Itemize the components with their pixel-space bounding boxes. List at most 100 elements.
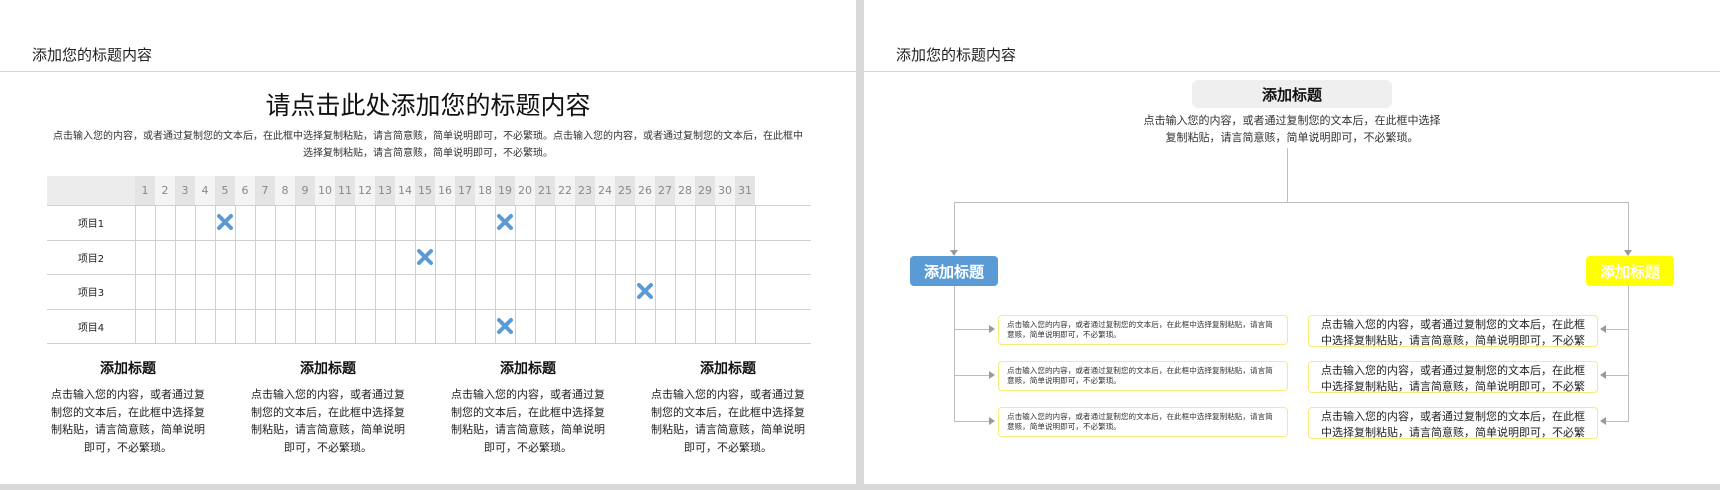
day-header: 31 [735, 176, 755, 205]
info-column-text: 点击输入您的内容，或者通过复制您的文本后，在此框中选择复制粘贴，请言简意赅，简单… [651, 388, 805, 454]
day-header: 25 [615, 176, 635, 205]
connector-line [954, 421, 990, 422]
arrow-right-icon [989, 417, 995, 425]
top-description[interactable]: 点击输入您的内容，或者通过复制您的文本后，在此框中选择复制粘贴，请言简意赅，简单… [1142, 112, 1442, 146]
grid-line [47, 205, 811, 206]
day-header: 20 [515, 176, 535, 205]
info-column-title: 添加标题 [100, 361, 156, 377]
info-column-title: 添加标题 [500, 361, 556, 377]
day-header: 16 [435, 176, 455, 205]
grid-line [47, 343, 811, 344]
grid-corner [47, 176, 135, 205]
info-column-text: 点击输入您的内容，或者通过复制您的文本后，在此框中选择复制粘贴，请言简意赅，简单… [451, 388, 605, 454]
info-column-title: 添加标题 [300, 361, 356, 377]
day-header: 24 [595, 176, 615, 205]
day-header: 7 [255, 176, 275, 205]
grid-line [47, 239, 811, 241]
right-text-box-1[interactable]: 点击输入您的内容，或者通过复制您的文本后，在此框中选择复制粘贴，请言简意赅，简单… [1308, 315, 1598, 347]
day-header: 10 [315, 176, 335, 205]
info-column-4[interactable]: 添加标题 点击输入您的内容，或者通过复制您的文本后，在此框中选择复制粘贴，请言简… [648, 358, 808, 456]
day-header: 3 [175, 176, 195, 205]
header-divider [0, 71, 856, 72]
connector-line [1628, 286, 1629, 422]
text-box-content: 点击输入您的内容，或者通过复制您的文本后，在此框中选择复制粘贴，请言简意赅，简单… [1321, 364, 1585, 393]
day-header: 21 [535, 176, 555, 205]
day-header: 26 [635, 176, 655, 205]
info-column-title: 添加标题 [700, 361, 756, 377]
x-mark-icon [635, 281, 655, 301]
right-text-box-3[interactable]: 点击输入您的内容，或者通过复制您的文本后，在此框中选择复制粘贴，请言简意赅，简单… [1308, 407, 1598, 439]
arrow-left-icon [1600, 417, 1606, 425]
connector-line [954, 329, 990, 330]
right-text-box-2[interactable]: 点击输入您的内容，或者通过复制您的文本后，在此框中选择复制粘贴，请言简意赅，简单… [1308, 361, 1598, 393]
info-column-text: 点击输入您的内容，或者通过复制您的文本后，在此框中选择复制粘贴，请言简意赅，简单… [51, 388, 205, 454]
text-box-content: 点击输入您的内容，或者通过复制您的文本后，在此框中选择复制粘贴，请言简意赅，简单… [1007, 412, 1273, 431]
connector-line [954, 202, 1628, 203]
arrow-right-icon [989, 325, 995, 333]
day-header: 4 [195, 176, 215, 205]
day-header: 11 [335, 176, 355, 205]
connector-line [954, 286, 955, 422]
grid-line [47, 274, 811, 275]
x-mark-icon [415, 247, 435, 267]
left-text-box-3[interactable]: 点击输入您的内容，或者通过复制您的文本后，在此框中选择复制粘贴，请言简意赅，简单… [998, 407, 1288, 437]
day-header: 19 [495, 176, 515, 205]
connector-line [1604, 375, 1628, 376]
info-column-2[interactable]: 添加标题 点击输入您的内容，或者通过复制您的文本后，在此框中选择复制粘贴，请言简… [248, 358, 408, 456]
connector-line [1628, 202, 1629, 252]
row-label: 项目2 [77, 253, 105, 265]
info-column-3[interactable]: 添加标题 点击输入您的内容，或者通过复制您的文本后，在此框中选择复制粘贴，请言简… [448, 358, 608, 456]
day-header: 5 [215, 176, 235, 205]
row-label: 项目4 [77, 322, 105, 334]
info-column-text: 点击输入您的内容，或者通过复制您的文本后，在此框中选择复制粘贴，请言简意赅，简单… [251, 388, 405, 454]
arrow-left-icon [1600, 325, 1606, 333]
day-header: 2 [155, 176, 175, 205]
day-header: 9 [295, 176, 315, 205]
day-header: 8 [275, 176, 295, 205]
text-box-content: 点击输入您的内容，或者通过复制您的文本后，在此框中选择复制粘贴，请言简意赅，简单… [1321, 410, 1585, 439]
day-header: 1 [135, 176, 155, 205]
text-box-content: 点击输入您的内容，或者通过复制您的文本后，在此框中选择复制粘贴，请言简意赅，简单… [1007, 366, 1273, 385]
top-title-box[interactable]: 添加标题 [1192, 80, 1392, 108]
left-tag[interactable]: 添加标题 [910, 256, 998, 286]
x-mark-icon [495, 316, 515, 336]
slide-left[interactable]: 添加您的标题内容 请点击此处添加您的标题内容 点击输入您的内容，或者通过复制您的… [0, 0, 856, 484]
day-header: 14 [395, 176, 415, 205]
day-header: 23 [575, 176, 595, 205]
row-label: 项目1 [77, 219, 105, 231]
day-header: 6 [235, 176, 255, 205]
left-text-box-1[interactable]: 点击输入您的内容，或者通过复制您的文本后，在此框中选择复制粘贴，请言简意赅，简单… [998, 315, 1288, 345]
grid-line [47, 308, 811, 310]
connector-line [954, 202, 955, 252]
arrow-right-icon [989, 371, 995, 379]
day-header: 27 [655, 176, 675, 205]
slide-right[interactable]: 添加您的标题内容 添加标题 点击输入您的内容，或者通过复制您的文本后，在此框中选… [864, 0, 1720, 484]
intro-text[interactable]: 点击输入您的内容，或者通过复制您的文本后，在此框中选择复制粘贴，请言简意赅，简单… [50, 128, 806, 162]
info-column-1[interactable]: 添加标题 点击输入您的内容，或者通过复制您的文本后，在此框中选择复制粘贴，请言简… [48, 358, 208, 456]
x-mark-icon [495, 212, 515, 232]
day-header: 22 [555, 176, 575, 205]
text-box-content: 点击输入您的内容，或者通过复制您的文本后，在此框中选择复制粘贴，请言简意赅，简单… [1321, 318, 1585, 347]
slide-header: 添加您的标题内容 [896, 46, 1017, 64]
day-header: 15 [415, 176, 435, 205]
day-header: 13 [375, 176, 395, 205]
header-divider [864, 71, 1720, 72]
slide-header: 添加您的标题内容 [32, 46, 153, 64]
day-header: 17 [455, 176, 475, 205]
slide-title[interactable]: 请点击此处添加您的标题内容 [0, 86, 856, 122]
row-label: 项目3 [77, 288, 105, 300]
day-header: 30 [715, 176, 735, 205]
connector-line [1604, 329, 1628, 330]
connector-line [1604, 421, 1628, 422]
right-tag[interactable]: 添加标题 [1586, 256, 1674, 286]
text-box-content: 点击输入您的内容，或者通过复制您的文本后，在此框中选择复制粘贴，请言简意赅，简单… [1007, 320, 1273, 339]
schedule-grid: 1 2 3 4 5 6 7 8 9 10 11 12 13 14 15 16 17 18 19 20 21 22 23 24 2… [47, 176, 811, 344]
x-mark-icon [215, 212, 235, 232]
connector-line [954, 375, 990, 376]
day-header: 12 [355, 176, 375, 205]
day-header: 29 [695, 176, 715, 205]
connector-line [1287, 148, 1288, 203]
left-text-box-2[interactable]: 点击输入您的内容，或者通过复制您的文本后，在此框中选择复制粘贴，请言简意赅，简单… [998, 361, 1288, 391]
day-header: 18 [475, 176, 495, 205]
day-header: 28 [675, 176, 695, 205]
